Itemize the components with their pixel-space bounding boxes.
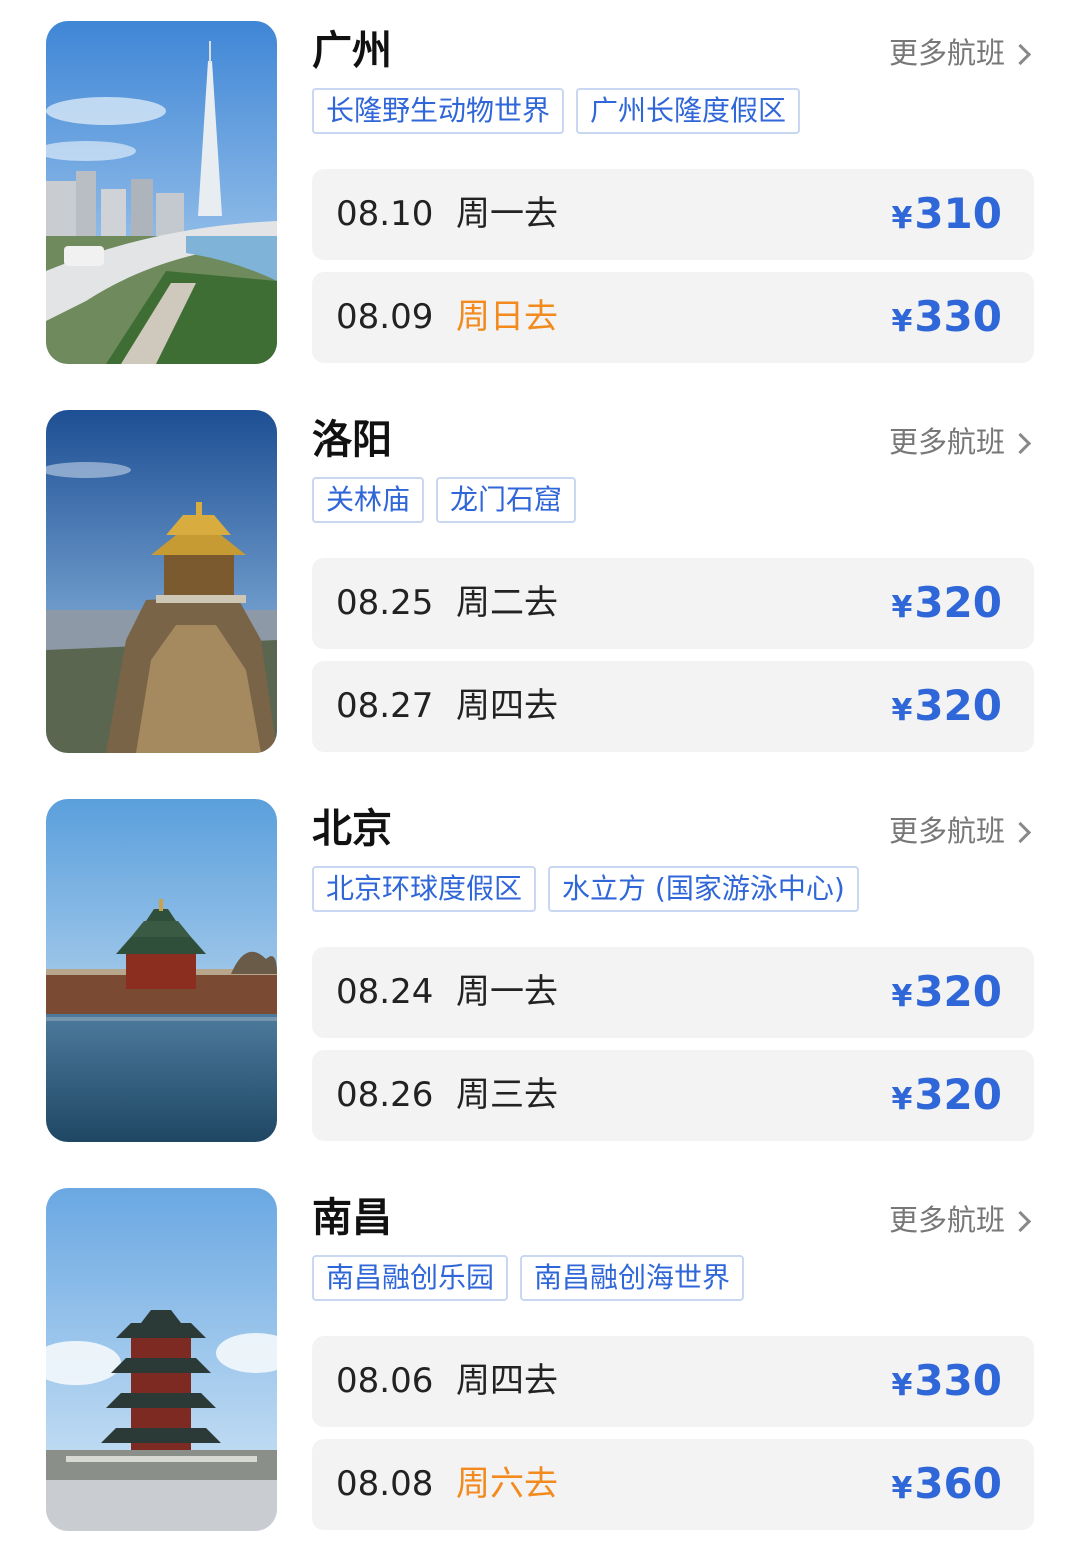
- price-value: 320: [914, 1070, 1002, 1119]
- attraction-tag[interactable]: 南昌融创海世界: [520, 1255, 745, 1301]
- currency-symbol: ¥: [891, 693, 913, 728]
- attraction-tags: 关林庙 龙门石窟: [312, 477, 588, 523]
- city-thumbnail[interactable]: [46, 410, 277, 753]
- tengwang-pavilion-image: [46, 1188, 277, 1531]
- flight-row[interactable]: 08.09 周日去 ¥330: [312, 272, 1034, 363]
- chevron-right-icon: [1009, 821, 1032, 843]
- destination-card[interactable]: 北京 更多航班 北京环球度假区 水立方 (国家游泳中心) 08.24 周一去 ¥…: [46, 799, 1036, 1143]
- attraction-tag[interactable]: 关林庙: [312, 477, 425, 523]
- chevron-right-icon: [1009, 43, 1032, 65]
- city-thumbnail[interactable]: [46, 799, 277, 1142]
- more-flights-label: 更多航班: [888, 425, 1005, 459]
- more-flights-label: 更多航班: [888, 814, 1005, 848]
- price-value: 320: [914, 967, 1002, 1016]
- flight-weekday: 周日去: [456, 297, 558, 337]
- attraction-tags: 南昌融创乐园 南昌融创海世界: [312, 1255, 756, 1301]
- flight-price: ¥360: [891, 1459, 1002, 1514]
- flight-price: ¥320: [891, 1070, 1002, 1125]
- price-value: 330: [914, 1356, 1002, 1405]
- city-name: 南昌: [312, 1195, 392, 1241]
- flight-date: 08.06: [336, 1361, 434, 1401]
- flight-price: ¥330: [891, 292, 1002, 347]
- flight-row[interactable]: 08.24 周一去 ¥320: [312, 947, 1034, 1038]
- flight-price: ¥310: [891, 189, 1002, 244]
- currency-symbol: ¥: [891, 1082, 913, 1117]
- flight-row[interactable]: 08.25 周二去 ¥320: [312, 558, 1034, 649]
- flight-weekday: 周三去: [456, 1075, 558, 1115]
- flight-weekday: 周一去: [456, 972, 558, 1012]
- chevron-right-icon: [1009, 1210, 1032, 1232]
- flight-weekday: 周四去: [456, 686, 558, 726]
- city-name: 北京: [312, 806, 392, 852]
- more-flights-link[interactable]: 更多航班: [888, 1202, 1032, 1238]
- attraction-tags: 北京环球度假区 水立方 (国家游泳中心): [312, 866, 871, 912]
- flight-date: 08.26: [336, 1075, 434, 1115]
- currency-symbol: ¥: [891, 201, 913, 236]
- flight-date: 08.08: [336, 1464, 434, 1504]
- flight-row[interactable]: 08.27 周四去 ¥320: [312, 661, 1034, 752]
- attraction-tag[interactable]: 北京环球度假区: [312, 866, 537, 912]
- attraction-tag[interactable]: 南昌融创乐园: [312, 1255, 509, 1301]
- mountain-pavilion-image: [46, 410, 277, 753]
- price-value: 360: [914, 1459, 1002, 1508]
- flight-weekday: 周四去: [456, 1361, 558, 1401]
- flight-weekday: 周二去: [456, 583, 558, 623]
- attraction-tag[interactable]: 广州长隆度假区: [576, 88, 801, 134]
- flight-date: 08.25: [336, 583, 434, 623]
- more-flights-link[interactable]: 更多航班: [888, 813, 1032, 849]
- attraction-tags: 长隆野生动物世界 广州长隆度假区: [312, 88, 812, 134]
- flight-price: ¥320: [891, 967, 1002, 1022]
- attraction-tag[interactable]: 水立方 (国家游泳中心): [548, 866, 859, 912]
- price-value: 320: [914, 578, 1002, 627]
- flight-date: 08.27: [336, 686, 434, 726]
- forbidden-city-tower-image: [46, 799, 277, 1142]
- currency-symbol: ¥: [891, 1471, 913, 1506]
- destination-card[interactable]: 广州 更多航班 长隆野生动物世界 广州长隆度假区 08.10 周一去 ¥310 …: [46, 21, 1036, 365]
- flight-row[interactable]: 08.08 周六去 ¥360: [312, 1439, 1034, 1530]
- price-value: 320: [914, 681, 1002, 730]
- attraction-tag[interactable]: 长隆野生动物世界: [312, 88, 565, 134]
- currency-symbol: ¥: [891, 590, 913, 625]
- flight-price: ¥320: [891, 578, 1002, 633]
- more-flights-link[interactable]: 更多航班: [888, 424, 1032, 460]
- flight-row[interactable]: 08.10 周一去 ¥310: [312, 169, 1034, 260]
- flight-row[interactable]: 08.06 周四去 ¥330: [312, 1336, 1034, 1427]
- price-value: 310: [914, 189, 1002, 238]
- canton-tower-image: [46, 21, 277, 364]
- city-name: 广州: [312, 28, 392, 74]
- flight-price: ¥330: [891, 1356, 1002, 1411]
- flight-weekday: 周六去: [456, 1464, 558, 1504]
- city-thumbnail[interactable]: [46, 1188, 277, 1531]
- city-name: 洛阳: [312, 417, 392, 463]
- more-flights-label: 更多航班: [888, 1203, 1005, 1237]
- attraction-tag[interactable]: 龙门石窟: [436, 477, 577, 523]
- currency-symbol: ¥: [891, 304, 913, 339]
- chevron-right-icon: [1009, 432, 1032, 454]
- destination-card[interactable]: 洛阳 更多航班 关林庙 龙门石窟 08.25 周二去 ¥320 08.27 周四…: [46, 410, 1036, 754]
- flight-date: 08.24: [336, 972, 434, 1012]
- price-value: 330: [914, 292, 1002, 341]
- flight-date: 08.09: [336, 297, 434, 337]
- flight-price: ¥320: [891, 681, 1002, 736]
- more-flights-link[interactable]: 更多航班: [888, 35, 1032, 71]
- currency-symbol: ¥: [891, 1368, 913, 1403]
- more-flights-label: 更多航班: [888, 36, 1005, 70]
- flight-date: 08.10: [336, 194, 434, 234]
- flight-weekday: 周一去: [456, 194, 558, 234]
- destination-card[interactable]: 南昌 更多航班 南昌融创乐园 南昌融创海世界 08.06 周四去 ¥330 08…: [46, 1188, 1036, 1532]
- flight-row[interactable]: 08.26 周三去 ¥320: [312, 1050, 1034, 1141]
- currency-symbol: ¥: [891, 979, 913, 1014]
- city-thumbnail[interactable]: [46, 21, 277, 364]
